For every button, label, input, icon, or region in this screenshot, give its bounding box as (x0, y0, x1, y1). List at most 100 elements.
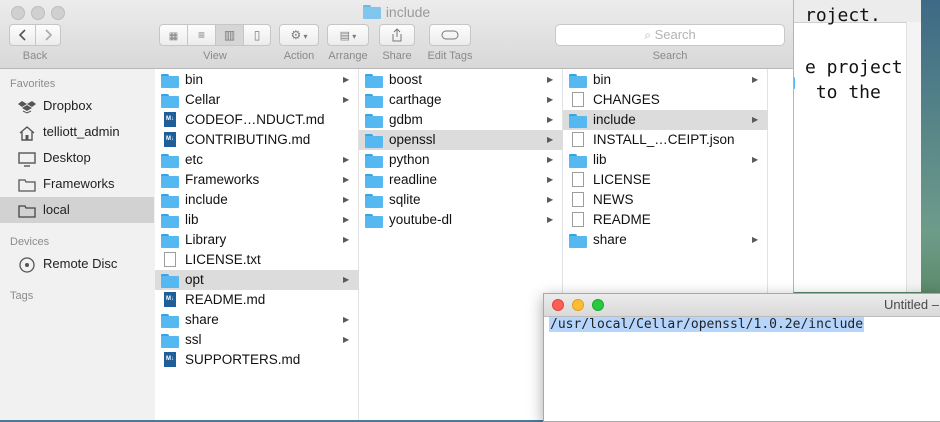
dropbox-icon (18, 98, 36, 114)
list-item[interactable]: boost ▶ (359, 70, 563, 90)
arrange-button[interactable]: ▤ ▾ (327, 24, 369, 46)
share-button[interactable] (379, 24, 415, 46)
list-item-label: include (593, 112, 636, 127)
list-item[interactable]: lib ▶ (563, 150, 768, 170)
list-icon: ≡ (197, 28, 205, 42)
list-item-label: LICENSE.txt (185, 252, 261, 267)
list-item[interactable]: opt ▶ (155, 270, 359, 290)
document-icon (569, 212, 587, 228)
folder-icon (569, 152, 587, 168)
list-item[interactable]: sqlite ▶ (359, 190, 563, 210)
window-title-text: include (385, 4, 431, 20)
list-item-label: boost (389, 72, 423, 87)
folder-icon (365, 172, 383, 188)
list-item[interactable]: bin ▶ (155, 70, 359, 90)
close-button[interactable] (552, 299, 564, 311)
list-item[interactable]: include ▶ (155, 190, 359, 210)
list-item-label: SUPPORTERS.md (185, 352, 301, 367)
folder-icon (569, 72, 587, 88)
zoom-button[interactable] (592, 299, 604, 311)
list-item[interactable]: bin ▶ (563, 70, 768, 90)
back-button[interactable] (10, 25, 36, 45)
action-button[interactable]: ⚙ ▾ (279, 24, 319, 46)
list-item[interactable]: NEWS (563, 190, 768, 210)
list-item[interactable]: openssl ▶ (359, 130, 563, 150)
background-editor-line: e project (805, 57, 903, 78)
minimize-button[interactable] (572, 299, 584, 311)
window-title: include (0, 4, 793, 20)
sidebar-item-local[interactable]: local (0, 197, 154, 223)
sidebar-item-label: Frameworks (43, 176, 115, 191)
list-item[interactable]: Cellar ▶ (155, 90, 359, 110)
folder-icon (161, 312, 179, 328)
browser-column: boost ▶ carthage ▶ gdbm ▶ openssl ▶ python ▶ readl… (359, 69, 563, 420)
search-field[interactable]: ⌕ Search (555, 24, 785, 46)
list-item[interactable]: M↓ CONTRIBUTING.md (155, 130, 359, 150)
edit-tags-label: Edit Tags (427, 50, 473, 62)
list-item-label: etc (185, 152, 204, 167)
search-label: Search (652, 50, 688, 62)
folder-icon (569, 232, 587, 248)
gallery-view-button[interactable]: ▯ (244, 25, 270, 45)
view-control: ▦ ≡ ▥ ▯ (159, 24, 271, 46)
disclosure-arrow-icon: ▶ (547, 75, 554, 84)
list-item[interactable]: include ▶ (563, 110, 768, 130)
finder-toolbar: include Back ▦ ≡ ▥ ▯ View ⚙ ▾ Action ▤ ▾ Ar… (0, 0, 793, 69)
disclosure-arrow-icon: ▶ (343, 275, 350, 284)
list-item[interactable]: INSTALL_…CEIPT.json (563, 130, 768, 150)
list-view-button[interactable]: ≡ (188, 25, 216, 45)
list-item[interactable]: share ▶ (563, 230, 768, 250)
list-item[interactable]: share ▶ (155, 310, 359, 330)
sidebar-item-telliott-admin[interactable]: telliott_admin (0, 119, 154, 145)
list-item[interactable]: CHANGES (563, 90, 768, 110)
disclosure-arrow-icon: ▶ (343, 315, 350, 324)
sidebar-section-tags: Tags (10, 290, 34, 302)
disclosure-arrow-icon: ▶ (752, 75, 759, 84)
list-item-label: gdbm (389, 112, 423, 127)
folder-icon (362, 5, 381, 19)
list-item[interactable]: etc ▶ (155, 150, 359, 170)
edit-tags-button[interactable] (429, 24, 471, 46)
list-item-label: CODEOF…NDUCT.md (185, 112, 325, 127)
icon-view-button[interactable]: ▦ (160, 25, 188, 45)
list-item-label: INSTALL_…CEIPT.json (593, 132, 735, 147)
list-item[interactable]: M↓ README.md (155, 290, 359, 310)
list-item-label: LICENSE (593, 172, 651, 187)
list-item[interactable]: Library ▶ (155, 230, 359, 250)
folder-icon (161, 72, 179, 88)
chevron-left-icon (18, 29, 26, 41)
sidebar-item-desktop[interactable]: Desktop (0, 145, 154, 171)
search-placeholder: Search (654, 27, 696, 42)
list-item[interactable]: python ▶ (359, 150, 563, 170)
folder-icon (365, 132, 383, 148)
list-item-label: openssl (389, 132, 436, 147)
list-item[interactable]: Frameworks ▶ (155, 170, 359, 190)
back-forward-control (9, 24, 61, 46)
sidebar-item-dropbox[interactable]: Dropbox (0, 93, 154, 119)
chevron-down-icon: ▾ (301, 32, 308, 41)
list-item[interactable]: LICENSE.txt (155, 250, 359, 270)
list-item[interactable]: ssl ▶ (155, 330, 359, 350)
list-item[interactable]: carthage ▶ (359, 90, 563, 110)
list-item[interactable]: gdbm ▶ (359, 110, 563, 130)
list-item[interactable]: README (563, 210, 768, 230)
selected-path-text[interactable]: /usr/local/Cellar/openssl/1.0.2e/include (549, 317, 865, 332)
list-item[interactable]: lib ▶ (155, 210, 359, 230)
list-item[interactable]: readline ▶ (359, 170, 563, 190)
scrollbar[interactable] (906, 22, 921, 292)
sidebar-item-frameworks[interactable]: Frameworks (0, 171, 154, 197)
forward-button[interactable] (36, 25, 60, 45)
folder-icon (161, 172, 179, 188)
text-editor-titlebar[interactable]: Untitled – (544, 294, 940, 317)
markdown-file-icon: M↓ (161, 112, 179, 128)
list-item-label: sqlite (389, 192, 421, 207)
column-view-button[interactable]: ▥ (216, 25, 244, 45)
sidebar-item-remote-disc[interactable]: Remote Disc (0, 251, 154, 277)
list-item-label: Cellar (185, 92, 221, 107)
list-item[interactable]: youtube-dl ▶ (359, 210, 563, 230)
list-item[interactable]: LICENSE (563, 170, 768, 190)
list-item[interactable]: M↓ CODEOF…NDUCT.md (155, 110, 359, 130)
list-item[interactable]: M↓ SUPPORTERS.md (155, 350, 359, 370)
disclosure-arrow-icon: ▶ (752, 115, 759, 124)
list-item-label: NEWS (593, 192, 634, 207)
